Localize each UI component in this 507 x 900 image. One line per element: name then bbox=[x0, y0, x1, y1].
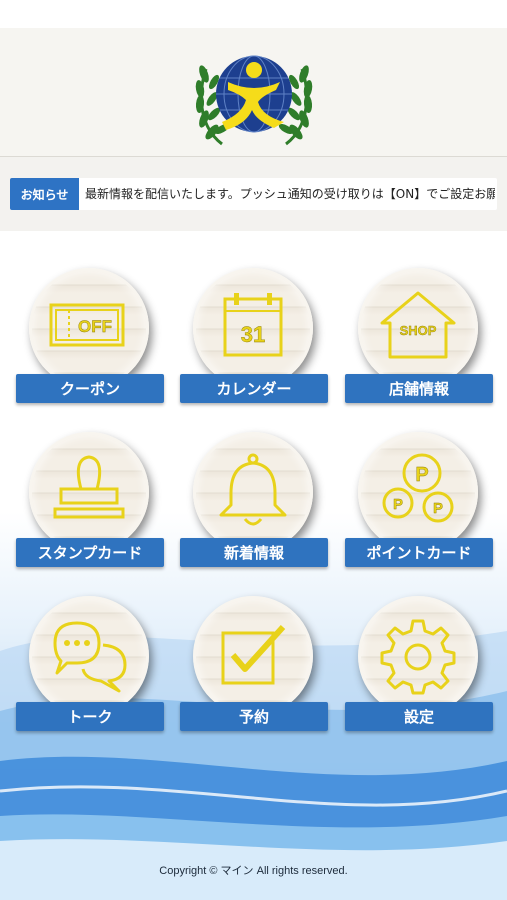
shop-text: SHOP bbox=[400, 323, 437, 338]
menu-reservation[interactable]: 予約 bbox=[180, 596, 328, 736]
points-icon: P P P bbox=[382, 453, 454, 523]
news-text: 最新情報を配信いたします。プッシュ通知の受け取りは【ON】でご設定お願い bbox=[85, 187, 495, 201]
menu-stamp-label: スタンプカード bbox=[16, 538, 164, 567]
menu-calendar[interactable]: 31 カレンダー bbox=[180, 268, 328, 408]
bell-circle bbox=[193, 432, 313, 552]
menu-settings-label: 設定 bbox=[345, 702, 493, 731]
menu-coupon[interactable]: OFF クーポン bbox=[16, 268, 164, 408]
calendar-day-text: 31 bbox=[241, 322, 265, 347]
menu-shop[interactable]: SHOP 店舗情報 bbox=[345, 268, 493, 408]
menu-area: OFF クーポン 31 カレンダー SHOP 店舗情報 スタンプカード 新着情報… bbox=[0, 231, 507, 900]
point-text-1: P bbox=[415, 464, 428, 486]
chat-circle bbox=[29, 596, 149, 716]
coupon-icon: OFF bbox=[49, 303, 125, 347]
menu-points-label: ポイントカード bbox=[345, 538, 493, 567]
points-circle: P P P bbox=[358, 432, 478, 552]
gear-icon bbox=[380, 619, 456, 695]
logo bbox=[195, 55, 313, 146]
checkbox-circle bbox=[193, 596, 313, 716]
checkbox-icon bbox=[221, 624, 286, 685]
menu-points[interactable]: P P P ポイントカード bbox=[345, 432, 493, 572]
news-bar: お知らせ 最新情報を配信いたします。プッシュ通知の受け取りは【ON】でご設定お願… bbox=[0, 157, 507, 231]
menu-news-label: 新着情報 bbox=[180, 538, 328, 567]
stamp-icon bbox=[53, 455, 125, 519]
bell-icon bbox=[219, 453, 287, 526]
menu-shop-label: 店舗情報 bbox=[345, 374, 493, 403]
menu-news[interactable]: 新着情報 bbox=[180, 432, 328, 572]
menu-talk-label: トーク bbox=[16, 702, 164, 731]
menu-reservation-label: 予約 bbox=[180, 702, 328, 731]
point-text-3: P bbox=[433, 500, 443, 517]
news-ticker[interactable]: お知らせ 最新情報を配信いたします。プッシュ通知の受け取りは【ON】でご設定お願… bbox=[10, 178, 497, 210]
coupon-circle: OFF bbox=[29, 268, 149, 388]
calendar-icon: 31 bbox=[223, 293, 283, 357]
menu-coupon-label: クーポン bbox=[16, 374, 164, 403]
gear-circle bbox=[358, 596, 478, 716]
point-text-2: P bbox=[393, 496, 403, 513]
menu-stamp[interactable]: スタンプカード bbox=[16, 432, 164, 572]
stamp-circle bbox=[29, 432, 149, 552]
chat-icon bbox=[53, 621, 127, 693]
coupon-off-text: OFF bbox=[78, 317, 112, 336]
calendar-circle: 31 bbox=[193, 268, 313, 388]
news-badge: お知らせ bbox=[10, 178, 79, 210]
menu-settings[interactable]: 設定 bbox=[345, 596, 493, 736]
status-strip bbox=[0, 0, 507, 28]
shop-icon: SHOP bbox=[380, 291, 456, 359]
menu-calendar-label: カレンダー bbox=[180, 374, 328, 403]
copyright-footer: Copyright © マイン All rights reserved. bbox=[159, 865, 348, 877]
shop-circle: SHOP bbox=[358, 268, 478, 388]
menu-talk[interactable]: トーク bbox=[16, 596, 164, 736]
header bbox=[0, 28, 507, 157]
